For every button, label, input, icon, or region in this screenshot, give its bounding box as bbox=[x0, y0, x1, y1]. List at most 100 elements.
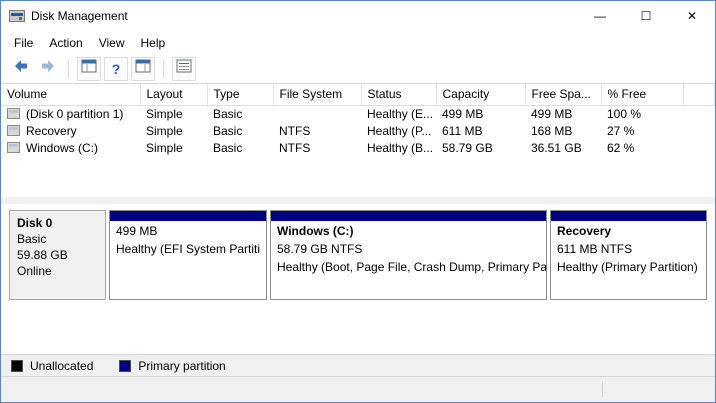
cell-layout: Simple bbox=[140, 105, 207, 122]
partition-status: Healthy (Primary Partition) bbox=[551, 257, 706, 275]
status-bar-divider bbox=[602, 382, 603, 397]
arrow-right-icon bbox=[40, 59, 56, 78]
partition-efi[interactable]: 499 MB Healthy (EFI System Partiti bbox=[109, 210, 267, 300]
cell-type: Basic bbox=[207, 139, 273, 156]
cell-file-system: NTFS bbox=[273, 139, 361, 156]
list-view-icon bbox=[176, 59, 192, 78]
pane-splitter[interactable] bbox=[1, 197, 715, 204]
column-header-capacity[interactable]: Capacity bbox=[436, 84, 525, 105]
partition-color-bar bbox=[551, 211, 706, 221]
column-header-layout[interactable]: Layout bbox=[140, 84, 207, 105]
column-header-free-space[interactable]: Free Spa... bbox=[525, 84, 601, 105]
column-header-file-system[interactable]: File System bbox=[273, 84, 361, 105]
disk-0-row: Disk 0 Basic 59.88 GB Online 499 MB Heal… bbox=[9, 210, 707, 300]
help-button[interactable]: ? bbox=[104, 57, 128, 81]
volume-icon bbox=[7, 108, 20, 119]
maximize-button[interactable]: ☐ bbox=[623, 1, 669, 31]
window-title: Disk Management bbox=[31, 9, 128, 23]
cell-free-space: 36.51 GB bbox=[525, 139, 601, 156]
legend-bar: Unallocated Primary partition bbox=[1, 354, 715, 376]
toolbar-separator bbox=[163, 60, 164, 78]
column-header-volume[interactable]: Volume bbox=[1, 84, 140, 105]
window-controls: — ☐ ✕ bbox=[577, 1, 715, 31]
menu-bar: File Action View Help bbox=[1, 31, 715, 54]
arrow-left-icon bbox=[13, 59, 29, 78]
cell-status: Healthy (P... bbox=[361, 122, 436, 139]
menu-action[interactable]: Action bbox=[41, 33, 90, 53]
cell-type: Basic bbox=[207, 122, 273, 139]
volume-name: Recovery bbox=[26, 124, 77, 138]
table-row[interactable]: Windows (C:) Simple Basic NTFS Healthy (… bbox=[1, 139, 715, 156]
cell-pct-free: 27 % bbox=[601, 122, 683, 139]
primary-partition-swatch bbox=[119, 360, 131, 372]
cell-free-space: 499 MB bbox=[525, 105, 601, 122]
disk-type: Basic bbox=[17, 231, 98, 247]
help-icon: ? bbox=[112, 62, 121, 76]
disk-name: Disk 0 bbox=[17, 215, 98, 231]
partition-status: Healthy (EFI System Partiti bbox=[110, 239, 266, 257]
volume-list-pane: Volume Layout Type File System Status Ca… bbox=[1, 84, 715, 197]
partition-size: 499 MB bbox=[110, 221, 266, 239]
disk-size: 59.88 GB bbox=[17, 247, 98, 263]
legend-label: Unallocated bbox=[30, 359, 93, 373]
legend-label: Primary partition bbox=[138, 359, 225, 373]
legend-item-primary-partition: Primary partition bbox=[119, 359, 225, 373]
volume-name: Windows (C:) bbox=[26, 141, 98, 155]
cell-free-space: 168 MB bbox=[525, 122, 601, 139]
properties-button[interactable] bbox=[172, 57, 196, 81]
minimize-button[interactable]: — bbox=[577, 1, 623, 31]
partition-color-bar bbox=[271, 211, 546, 221]
console-tree-button[interactable] bbox=[77, 57, 101, 81]
menu-help[interactable]: Help bbox=[133, 33, 174, 53]
forward-button[interactable] bbox=[36, 57, 60, 81]
menu-view[interactable]: View bbox=[91, 33, 133, 53]
column-header-blank bbox=[683, 84, 715, 105]
table-row[interactable]: Recovery Simple Basic NTFS Healthy (P...… bbox=[1, 122, 715, 139]
partition-name: Windows (C:) bbox=[271, 221, 546, 239]
volume-icon bbox=[7, 125, 20, 136]
volume-table: Volume Layout Type File System Status Ca… bbox=[1, 84, 715, 156]
column-header-type[interactable]: Type bbox=[207, 84, 273, 105]
legend-item-unallocated: Unallocated bbox=[11, 359, 93, 373]
partition-recovery[interactable]: Recovery 611 MB NTFS Healthy (Primary Pa… bbox=[550, 210, 707, 300]
status-bar bbox=[1, 376, 715, 402]
volume-name: (Disk 0 partition 1) bbox=[26, 107, 123, 121]
cell-file-system: NTFS bbox=[273, 122, 361, 139]
cell-layout: Simple bbox=[140, 139, 207, 156]
cell-capacity: 611 MB bbox=[436, 122, 525, 139]
disk-0-info-panel[interactable]: Disk 0 Basic 59.88 GB Online bbox=[9, 210, 106, 300]
panes-window-icon bbox=[135, 59, 151, 78]
volume-icon bbox=[7, 142, 20, 153]
cell-file-system bbox=[273, 105, 361, 122]
unallocated-swatch bbox=[11, 360, 23, 372]
cell-pct-free: 100 % bbox=[601, 105, 683, 122]
partition-status: Healthy (Boot, Page File, Crash Dump, Pr… bbox=[271, 257, 546, 275]
partition-windows-c[interactable]: Windows (C:) 58.79 GB NTFS Healthy (Boot… bbox=[270, 210, 547, 300]
close-button[interactable]: ✕ bbox=[669, 1, 715, 31]
cell-type: Basic bbox=[207, 105, 273, 122]
back-button[interactable] bbox=[9, 57, 33, 81]
toolbar: ? bbox=[1, 54, 715, 84]
partition-name: Recovery bbox=[551, 221, 706, 239]
cell-pct-free: 62 % bbox=[601, 139, 683, 156]
title-bar: Disk Management — ☐ ✕ bbox=[1, 1, 715, 31]
cell-layout: Simple bbox=[140, 122, 207, 139]
disk-status: Online bbox=[17, 263, 98, 279]
cell-status: Healthy (B... bbox=[361, 139, 436, 156]
table-header-row: Volume Layout Type File System Status Ca… bbox=[1, 84, 715, 105]
toolbar-separator bbox=[68, 60, 69, 78]
cell-capacity: 499 MB bbox=[436, 105, 525, 122]
menu-file[interactable]: File bbox=[6, 33, 41, 53]
cell-capacity: 58.79 GB bbox=[436, 139, 525, 156]
column-header-status[interactable]: Status bbox=[361, 84, 436, 105]
partition-size: 58.79 GB NTFS bbox=[271, 239, 546, 257]
disk-management-window: Disk Management — ☐ ✕ File Action View H… bbox=[0, 0, 716, 403]
table-row[interactable]: (Disk 0 partition 1) Simple Basic Health… bbox=[1, 105, 715, 122]
column-header-pct-free[interactable]: % Free bbox=[601, 84, 683, 105]
partition-size: 611 MB NTFS bbox=[551, 239, 706, 257]
console-window-icon bbox=[81, 59, 97, 78]
cell-status: Healthy (E... bbox=[361, 105, 436, 122]
disk-graphical-pane: Disk 0 Basic 59.88 GB Online 499 MB Heal… bbox=[1, 204, 715, 354]
action-pane-button[interactable] bbox=[131, 57, 155, 81]
disk-management-icon bbox=[9, 8, 25, 24]
